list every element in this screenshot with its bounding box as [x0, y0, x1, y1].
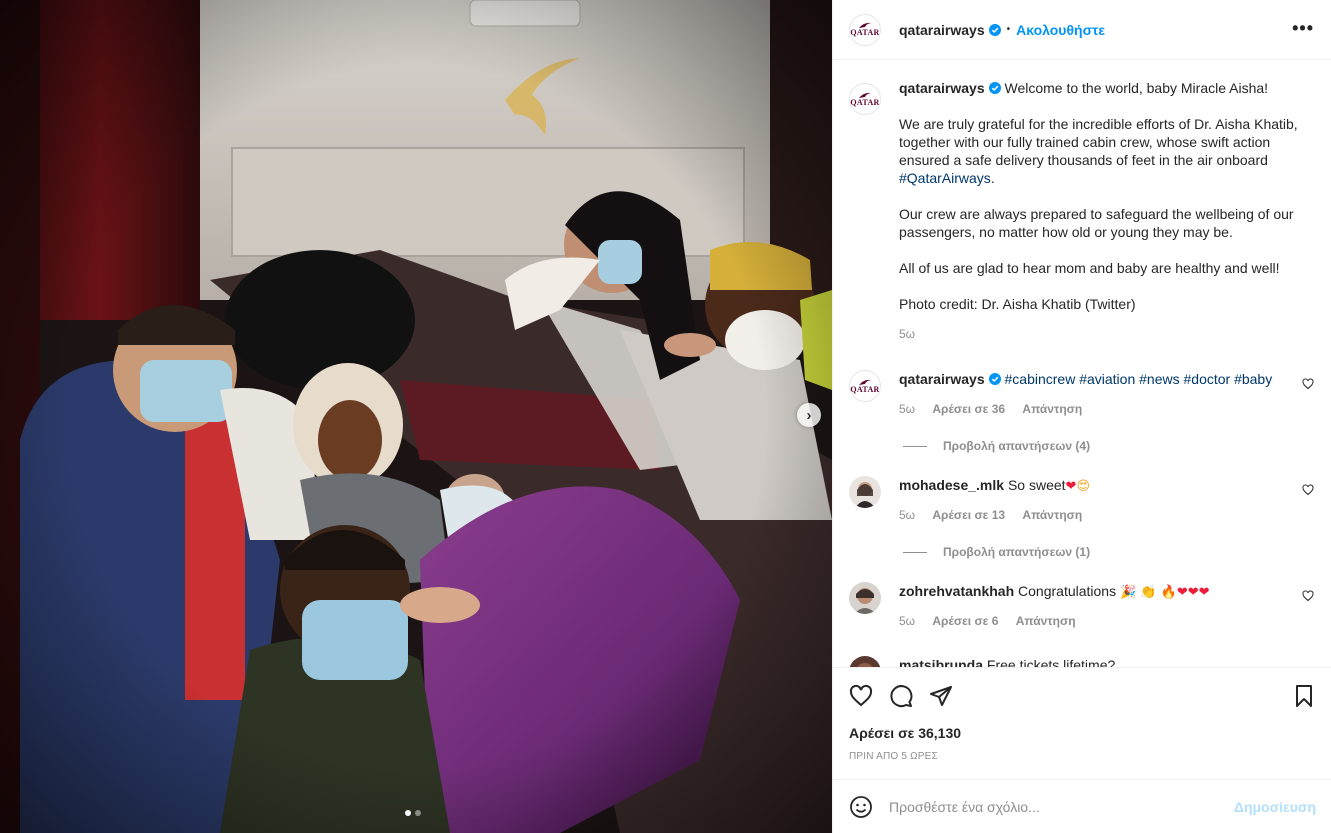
replies-divider [903, 445, 927, 447]
comment-bubble-icon[interactable] [889, 684, 913, 708]
comment-username[interactable]: mohadese_.mlk [899, 477, 1004, 493]
comment-likes[interactable]: Αρέσει σε 13 [932, 508, 1005, 522]
post-photo[interactable]: › [0, 0, 832, 833]
comment-username[interactable]: zohrehvatankhah [899, 583, 1014, 599]
caption-intro: Welcome to the world, baby Miracle Aisha… [1004, 80, 1269, 96]
publish-button[interactable]: Δημοσίευση [1234, 799, 1316, 815]
comment-reply-button[interactable]: Απάντηση [1022, 508, 1082, 522]
caption-avatar[interactable]: QATAR [849, 83, 881, 115]
comment-avatar[interactable] [849, 476, 881, 508]
heart-icon[interactable] [849, 684, 873, 708]
verified-badge-icon [988, 23, 1001, 36]
follow-button[interactable]: Ακολουθήστε [1016, 22, 1105, 38]
comment-item: matsibrunda Free tickets lifetime? [849, 656, 1316, 667]
chevron-right-icon: › [806, 406, 812, 424]
comment-avatar[interactable]: QATAR [849, 370, 881, 402]
heart-icon[interactable] [1302, 484, 1314, 496]
smiley-icon[interactable] [849, 795, 873, 819]
comment-likes[interactable]: Αρέσει σε 36 [932, 402, 1005, 416]
post-actions: Αρέσει σε 36,130 ΠΡΙΝ ΑΠΟ 5 ΩΡΕΣ [833, 667, 1331, 779]
caption-period: . [990, 170, 995, 186]
caption-age: 5ω [899, 327, 916, 341]
comment-body: matsibrunda Free tickets lifetime? [899, 656, 1289, 667]
comment-body: zohrehvatankhah Congratulations 🎉 👏 🔥❤❤❤ [899, 582, 1289, 602]
comment-avatar[interactable] [849, 582, 881, 614]
comment-hashtags[interactable]: #cabincrew #aviation #news #doctor #baby [1005, 371, 1273, 387]
qatar-logo-text: QATAR [850, 384, 880, 394]
more-options-icon[interactable]: ••• [1292, 18, 1314, 38]
comment-username[interactable]: matsibrunda [899, 657, 983, 667]
caption-paragraph-2: Our crew are always prepared to safeguar… [899, 206, 1294, 240]
red-heart-emoji: ❤ [1065, 479, 1077, 494]
post-header: QATAR qatarairways • Ακολουθήστε ••• [833, 0, 1331, 60]
carousel-dot [415, 810, 421, 816]
comment-username[interactable]: qatarairways [899, 371, 985, 387]
comment-reply-button[interactable]: Απάντηση [1022, 402, 1082, 416]
comment-meta: 5ω Αρέσει σε 6 Απάντηση [899, 614, 1076, 628]
qatar-logo-text: QATAR [850, 28, 880, 37]
comment-item: zohrehvatankhah Congratulations 🎉 👏 🔥❤❤❤… [849, 582, 1316, 628]
comment-text: So sweet [1007, 477, 1066, 493]
user-photo-icon [849, 656, 881, 667]
comment-reply-button[interactable]: Απάντηση [1016, 614, 1076, 628]
caption-username[interactable]: qatarairways [899, 80, 985, 96]
comment-avatar[interactable] [849, 656, 881, 667]
hashtag-link[interactable]: #QatarAirways [899, 170, 991, 186]
comment-item: mohadese_.mlk So sweet❤😍 5ω Αρέσει σε 13… [849, 476, 1316, 522]
comment-body: qatarairways #cabincrew #aviation #news … [899, 370, 1289, 388]
view-replies-button[interactable]: Προβολή απαντήσεων (1) [903, 545, 1090, 559]
add-comment-bar: Δημοσίευση [833, 779, 1331, 833]
action-icons [849, 684, 953, 708]
heart-eyes-emoji: 😍 [1076, 479, 1091, 494]
comment-text: Free tickets lifetime? [986, 657, 1116, 667]
caption-paragraph-3: All of us are glad to hear mom and baby … [899, 260, 1280, 276]
caption-text: qatarairways Welcome to the world, baby … [899, 79, 1319, 343]
photo-illustration [0, 0, 832, 833]
user-photo-icon [849, 582, 881, 614]
verified-badge-icon [988, 82, 1001, 94]
comment-age: 5ω [899, 508, 916, 522]
post-timestamp: ΠΡΙΝ ΑΠΟ 5 ΩΡΕΣ [849, 751, 938, 762]
comment-meta: 5ω Αρέσει σε 36 Απάντηση [899, 402, 1082, 416]
qatar-logo-text: QATAR [850, 97, 880, 107]
carousel-indicator [405, 810, 421, 816]
view-replies-label: Προβολή απαντήσεων (4) [943, 439, 1091, 453]
caption-paragraph-4: Photo credit: Dr. Aisha Khatib (Twitter) [899, 296, 1136, 312]
comment-likes[interactable]: Αρέσει σε 6 [932, 614, 998, 628]
dot-separator: • [1006, 24, 1011, 35]
caption-paragraph-1: We are truly grateful for the incredible… [899, 116, 1298, 168]
comment-age: 5ω [899, 402, 916, 416]
heart-icon[interactable] [1302, 590, 1314, 602]
instagram-post: › QATAR qatarairways • Ακολουθήστε ••• Q… [0, 0, 1331, 833]
replies-divider [903, 551, 927, 553]
post-side-panel: QATAR qatarairways • Ακολουθήστε ••• QAT… [832, 0, 1331, 833]
verified-badge-icon [988, 373, 1001, 385]
view-replies-label: Προβολή απαντήσεων (1) [943, 545, 1091, 559]
carousel-next-button[interactable]: › [797, 403, 821, 427]
comment-body: mohadese_.mlk So sweet❤😍 [899, 476, 1289, 496]
heart-icon[interactable] [1302, 378, 1314, 390]
user-photo-icon [849, 476, 881, 508]
view-replies-button[interactable]: Προβολή απαντήσεων (4) [903, 439, 1090, 453]
account-avatar[interactable]: QATAR [849, 13, 881, 46]
red-hearts-emoji: ❤❤❤ [1176, 585, 1210, 600]
paper-plane-icon[interactable] [929, 684, 953, 708]
comment-age: 5ω [899, 614, 916, 628]
likes-count[interactable]: Αρέσει σε 36,130 [849, 725, 961, 741]
comments-scroll-area[interactable]: QATAR qatarairways Welcome to the world,… [833, 61, 1331, 667]
comment-input[interactable] [889, 798, 1234, 815]
comment-meta: 5ω Αρέσει σε 13 Απάντηση [899, 508, 1082, 522]
header-username[interactable]: qatarairways [899, 22, 985, 38]
carousel-dot-active [405, 810, 411, 816]
celebration-emojis: 🎉 👏 🔥 [1119, 585, 1177, 600]
comment-text: Congratulations [1018, 583, 1117, 599]
bookmark-icon[interactable] [1292, 684, 1316, 708]
